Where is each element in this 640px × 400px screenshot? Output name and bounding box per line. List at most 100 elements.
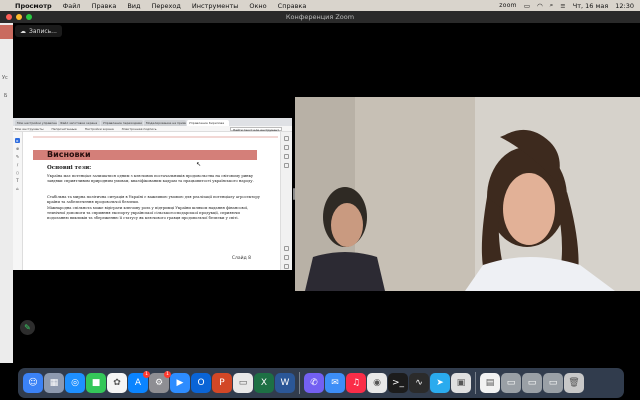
preview-icon[interactable]: ▭ bbox=[233, 373, 253, 393]
menu-view[interactable]: Вид bbox=[127, 2, 140, 10]
window-thumb-3-icon[interactable]: ▭ bbox=[543, 373, 563, 393]
page-tool-icon bbox=[284, 145, 289, 150]
annotate-button[interactable]: ✎ bbox=[20, 320, 35, 335]
finder-icon[interactable]: ☺ bbox=[23, 373, 43, 393]
shared-toolbar-item: Мои инструменты bbox=[15, 126, 44, 131]
menu-help[interactable]: Справка bbox=[278, 2, 307, 10]
pencil-icon: ✎ bbox=[24, 323, 31, 332]
chrome-icon-glyph: ◉ bbox=[373, 378, 381, 388]
shared-toolbar-item: Настройки экрана bbox=[84, 126, 114, 131]
zoom-window-button[interactable] bbox=[26, 14, 32, 20]
menu-file[interactable]: Файл bbox=[63, 2, 81, 10]
menu-app-name[interactable]: Просмотр bbox=[15, 2, 52, 10]
system-settings-icon[interactable]: ⚙ 1 bbox=[149, 371, 171, 393]
chrome-icon[interactable]: ◉ bbox=[367, 373, 387, 393]
search-icon[interactable]: ⌕ bbox=[550, 1, 554, 10]
window-thumb-1-icon[interactable]: ▭ bbox=[501, 373, 521, 393]
document-icon-glyph: ▤ bbox=[485, 378, 495, 388]
zoom-tool-icon: ⊕ bbox=[15, 146, 20, 151]
terminal-icon[interactable]: >_ bbox=[388, 373, 408, 393]
browser-tab-strip: Мои настройки управления Файл заготовки … bbox=[13, 118, 292, 126]
page-tool-icon bbox=[284, 163, 289, 168]
excel-icon-glyph: X bbox=[260, 378, 268, 388]
mail-icon-glyph: ✉ bbox=[331, 378, 339, 388]
page-tool-icon bbox=[284, 246, 289, 251]
finder-icon-glyph: ☺ bbox=[28, 378, 38, 388]
background-window[interactable]: Ус Б bbox=[0, 23, 13, 363]
word-icon-glyph: W bbox=[280, 378, 290, 388]
minimize-window-button[interactable] bbox=[16, 14, 22, 20]
slide-paragraph-1: Україна має потенціал залишатися одним з… bbox=[47, 174, 254, 184]
participant-video[interactable] bbox=[295, 97, 640, 291]
shared-toolbar-item: Электронная подпись bbox=[121, 126, 157, 131]
photos-icon[interactable]: ✿ bbox=[107, 373, 127, 393]
safari-icon[interactable]: ◎ bbox=[65, 373, 85, 393]
keyboard-icon[interactable]: ▭ bbox=[524, 2, 530, 10]
terminal-icon-glyph: >_ bbox=[391, 378, 405, 388]
page-tool-icon bbox=[284, 154, 289, 159]
menu-time[interactable]: 12:30 bbox=[615, 2, 634, 10]
dock-separator bbox=[475, 372, 476, 394]
control-center-icon[interactable]: ≡ bbox=[560, 2, 565, 10]
slide-heading: Висновки bbox=[47, 150, 91, 159]
facetime-icon[interactable]: ■ bbox=[86, 373, 106, 393]
activity-monitor-icon[interactable]: ∿ bbox=[409, 373, 429, 393]
background-window-text-2: Б bbox=[4, 93, 8, 99]
shared-find-box: Найти текст или инструмент bbox=[229, 127, 282, 132]
activity-monitor-icon-glyph: ∿ bbox=[415, 378, 423, 388]
wifi-icon[interactable]: ◠ bbox=[537, 2, 543, 10]
outlook-icon-glyph: O bbox=[197, 378, 205, 388]
viber-icon-glyph: ✆ bbox=[310, 378, 318, 388]
cursor-tool-icon: ▸ bbox=[15, 138, 20, 143]
facetime-icon-glyph: ■ bbox=[91, 378, 101, 388]
safari-icon-glyph: ◎ bbox=[71, 378, 79, 388]
document-icon[interactable]: ▤ bbox=[480, 373, 500, 393]
powerpoint-icon-glyph: P bbox=[219, 378, 225, 388]
menu-window[interactable]: Окно bbox=[249, 2, 266, 10]
close-window-button[interactable] bbox=[6, 14, 12, 20]
traffic-lights bbox=[6, 14, 32, 20]
screenshot-icon-glyph: ▣ bbox=[456, 378, 466, 388]
window-thumb-2-icon-glyph: ▭ bbox=[527, 378, 537, 388]
shared-right-toolbar bbox=[280, 132, 292, 270]
excel-icon[interactable]: X bbox=[254, 373, 274, 393]
telegram-icon[interactable]: ➤ bbox=[430, 373, 450, 393]
cloud-icon: ☁ bbox=[20, 27, 26, 35]
window-title: Конференция Zoom bbox=[285, 13, 355, 21]
screenshot-icon[interactable]: ▣ bbox=[451, 373, 471, 393]
shared-toolbar-item: Непрочитанные bbox=[51, 126, 77, 131]
outlook-icon[interactable]: O bbox=[191, 373, 211, 393]
menu-date[interactable]: Чт, 16 мая bbox=[573, 2, 609, 10]
launchpad-icon[interactable]: ▦ bbox=[44, 373, 64, 393]
recording-indicator[interactable]: ☁ Запись... bbox=[15, 25, 62, 37]
shape-tool-icon: ○ bbox=[15, 170, 20, 175]
zoom-status-label[interactable]: zoom bbox=[499, 2, 517, 9]
background-window-text: Ус bbox=[2, 75, 8, 81]
music-icon-glyph: ♫ bbox=[351, 378, 361, 388]
trash-icon[interactable]: 🗑 bbox=[564, 373, 584, 393]
page-tool-icon bbox=[284, 264, 289, 269]
shared-screen: Мои настройки управления Файл заготовки … bbox=[13, 118, 292, 270]
menu-tools[interactable]: Инструменты bbox=[192, 2, 239, 10]
powerpoint-icon[interactable]: P bbox=[212, 373, 232, 393]
window-thumb-1-icon-glyph: ▭ bbox=[506, 378, 516, 388]
menu-go[interactable]: Переход bbox=[152, 2, 181, 10]
mail-icon[interactable]: ✉ bbox=[325, 373, 345, 393]
menu-edit[interactable]: Правка bbox=[92, 2, 117, 10]
viber-icon[interactable]: ✆ bbox=[304, 373, 324, 393]
menu-bar: Просмотр Файл Правка Вид Переход Инструм… bbox=[0, 0, 640, 11]
window-thumb-2-icon[interactable]: ▭ bbox=[522, 373, 542, 393]
app-store-icon[interactable]: A1 bbox=[128, 371, 150, 393]
stamp-tool-icon: ⌂ bbox=[16, 186, 19, 191]
video-frame-illustration bbox=[295, 97, 640, 291]
preview-icon-glyph: ▭ bbox=[238, 378, 248, 388]
word-icon[interactable]: W bbox=[275, 373, 295, 393]
mouse-cursor-icon: ↖ bbox=[196, 161, 202, 168]
slide-number: Слайд 8 bbox=[231, 256, 251, 261]
window-title-bar: Конференция Zoom bbox=[0, 11, 640, 23]
music-icon[interactable]: ♫ bbox=[346, 373, 366, 393]
slide-top-rule bbox=[33, 136, 278, 138]
pen-tool-icon: ✎ bbox=[15, 154, 20, 159]
zoom-icon[interactable]: ▶ bbox=[170, 373, 190, 393]
highlight-tool-icon: ∕ bbox=[16, 162, 19, 167]
